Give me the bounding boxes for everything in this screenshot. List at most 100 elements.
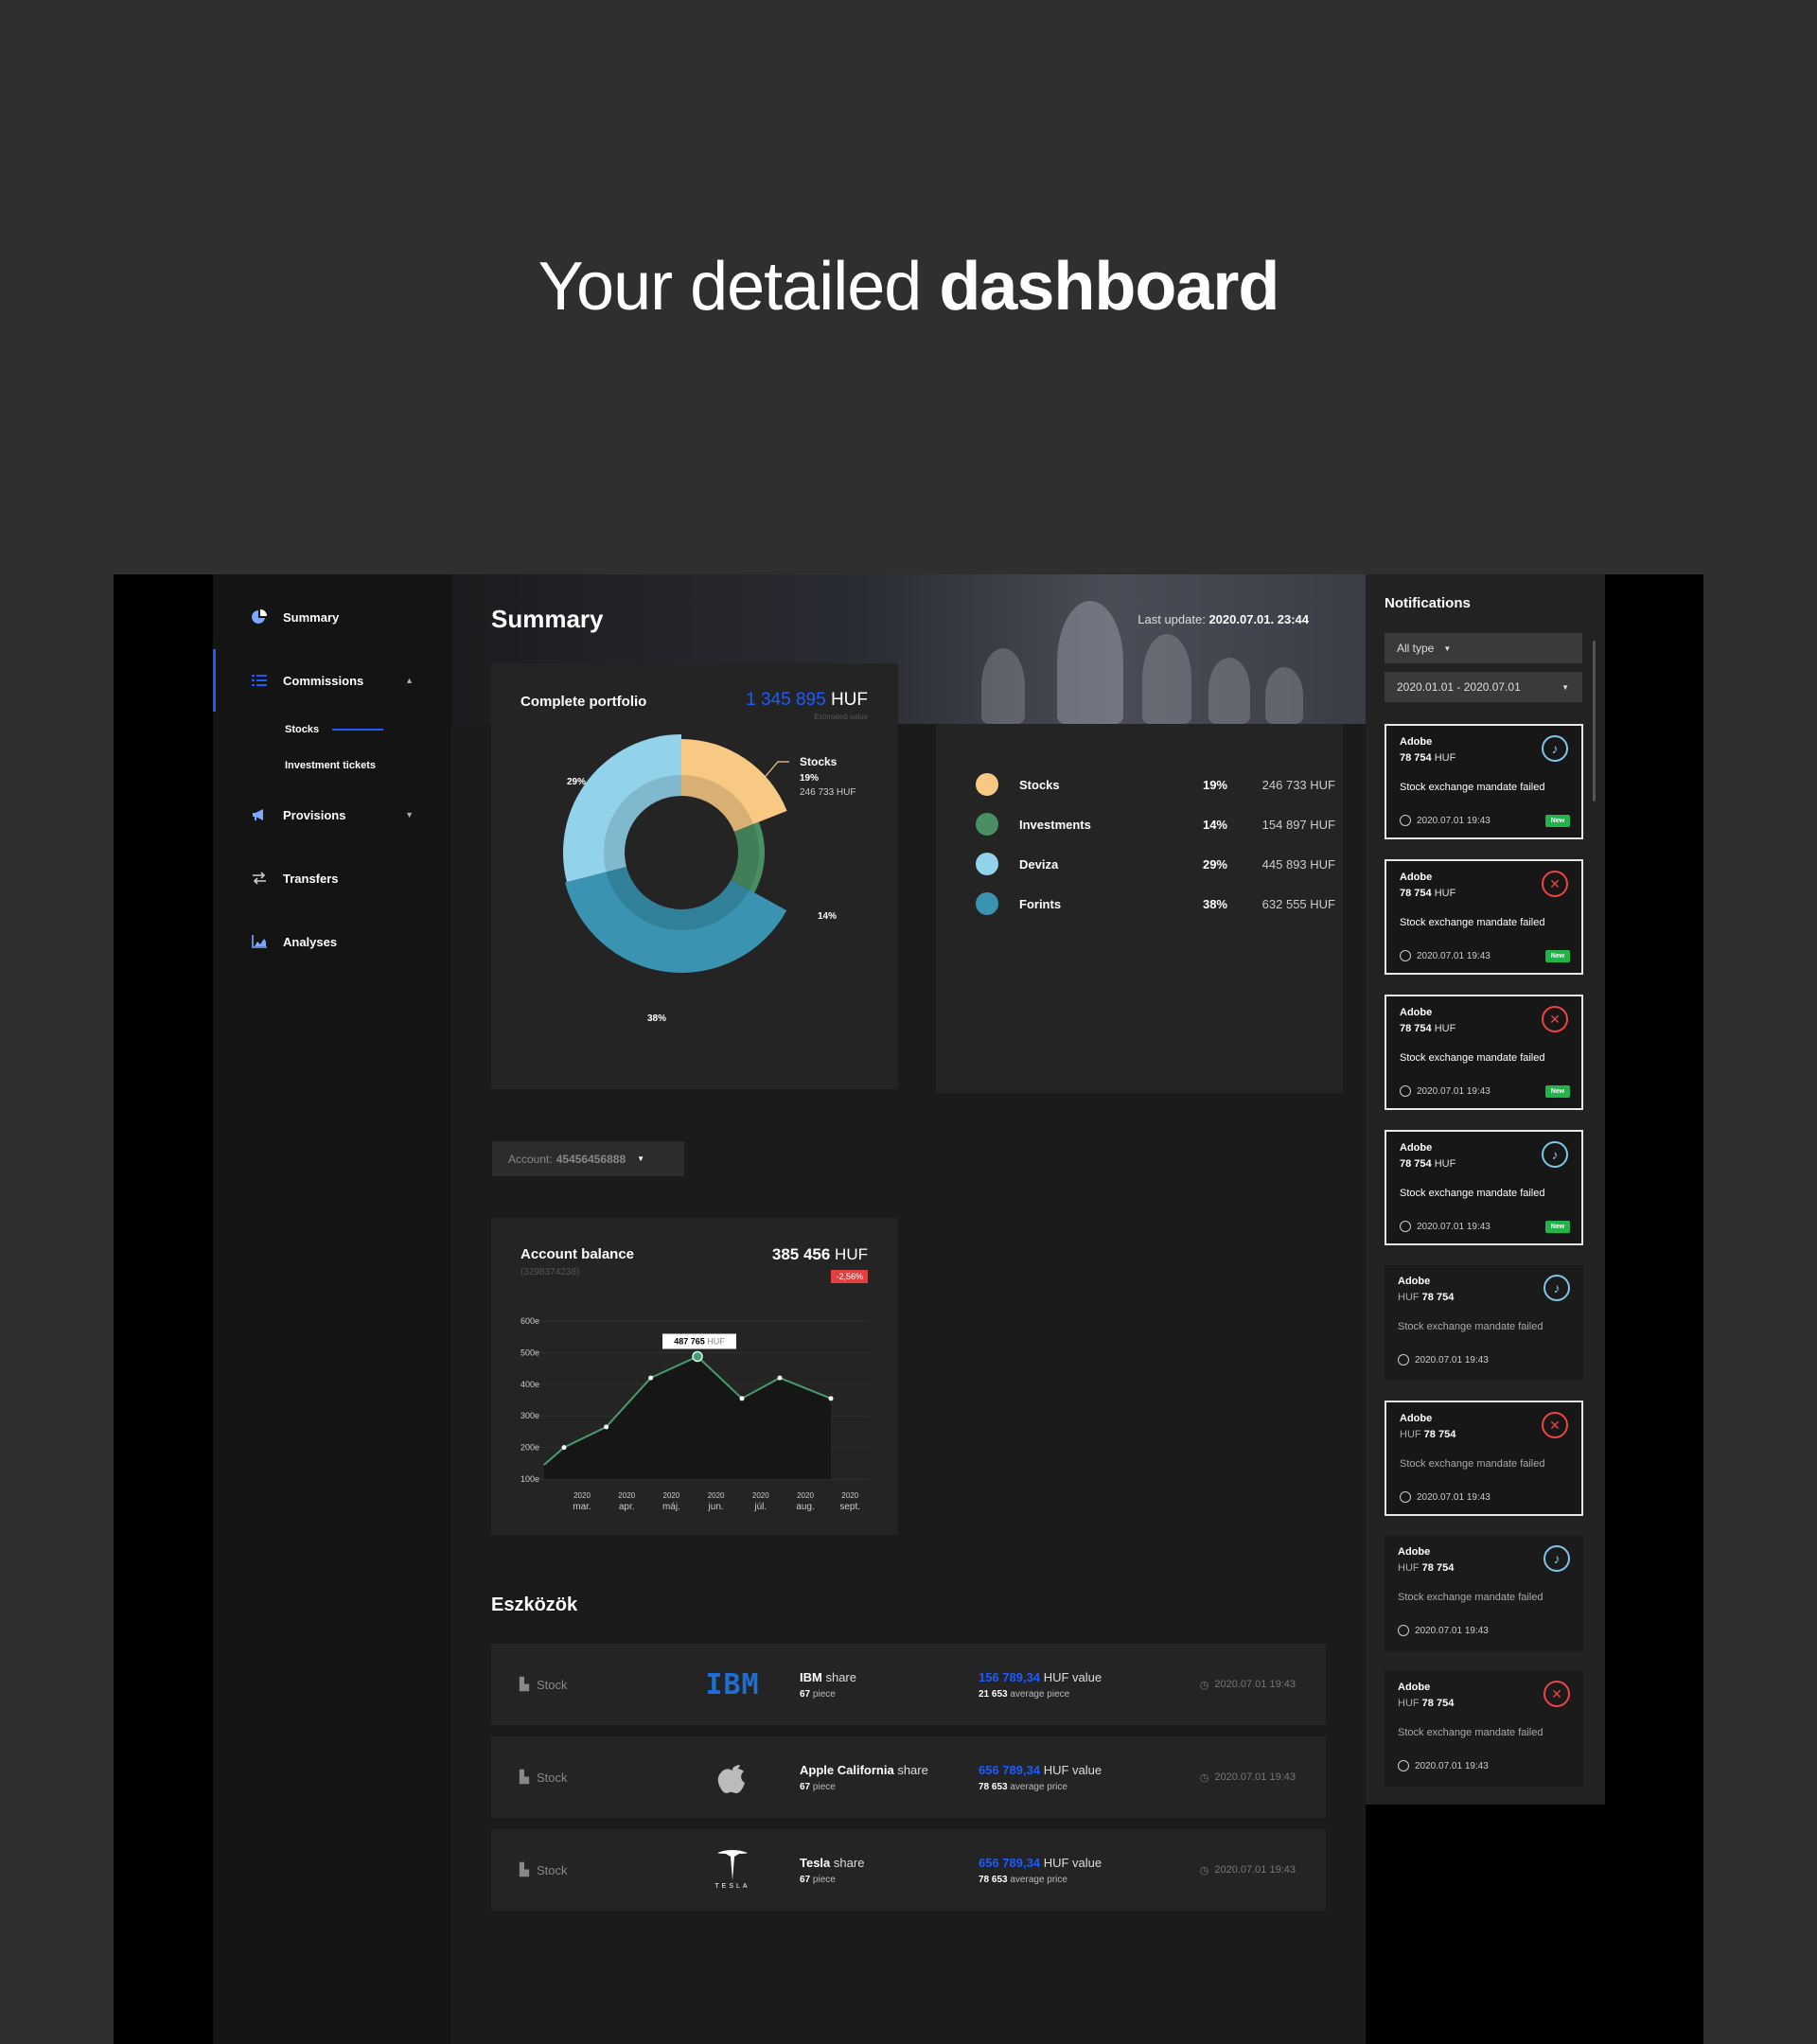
portfolio-card: Complete portfolio 1 345 895 HUF Estimat… bbox=[491, 663, 898, 1089]
legend-value: 154 897 HUF bbox=[1261, 817, 1335, 832]
caret-down-icon: ▼ bbox=[1443, 643, 1452, 653]
y-tick-label: 400e bbox=[520, 1380, 539, 1389]
x-tick-month: jun. bbox=[708, 1502, 724, 1512]
megaphone-icon bbox=[251, 806, 268, 823]
legend-row: Investments 14% 154 897 HUF bbox=[976, 810, 1335, 838]
list-icon bbox=[251, 672, 268, 689]
sidebar-item-provisions[interactable]: Provisions ▼ bbox=[213, 796, 451, 834]
chevron-up-icon: ▲ bbox=[405, 676, 414, 685]
notification-amount: 78 754 HUF bbox=[1400, 1023, 1456, 1034]
bell-icon[interactable]: ♪ bbox=[1542, 1141, 1568, 1168]
chess-piece-image bbox=[1265, 667, 1303, 724]
bell-icon[interactable]: ♪ bbox=[1544, 1545, 1570, 1572]
notification-company: Adobe bbox=[1398, 1546, 1431, 1558]
callout-percent: 19% bbox=[800, 773, 819, 784]
notification-card[interactable]: Adobe 78 754 HUF Stock exchange mandate … bbox=[1385, 859, 1583, 975]
bell-icon[interactable]: ♪ bbox=[1544, 1275, 1570, 1301]
y-tick-label: 100e bbox=[520, 1474, 539, 1484]
asset-average: 78 653 average price bbox=[979, 1875, 1067, 1885]
close-icon[interactable]: ✕ bbox=[1544, 1681, 1570, 1707]
legend-name: Forints bbox=[1019, 896, 1062, 911]
notification-company: Adobe bbox=[1400, 1007, 1433, 1018]
asset-time: ◷ 2020.07.01 19:43 bbox=[1199, 1864, 1296, 1877]
clock-icon: ◷ bbox=[1199, 1864, 1209, 1877]
legend-swatch bbox=[976, 773, 998, 796]
data-point bbox=[739, 1396, 745, 1401]
asset-average: 21 653 average piece bbox=[979, 1689, 1070, 1700]
asset-time: ◷ 2020.07.01 19:43 bbox=[1199, 1679, 1296, 1691]
data-point bbox=[777, 1375, 783, 1381]
legend-row: Forints 38% 632 555 HUF bbox=[976, 890, 1335, 918]
asset-row-tesla[interactable]: ▙ Stock TESLA Tesla share 67 piece 656 78… bbox=[491, 1829, 1326, 1911]
subnav-stocks[interactable]: Stocks bbox=[285, 724, 319, 735]
asset-type: ▙ Stock bbox=[520, 1677, 568, 1692]
notification-company: Adobe bbox=[1400, 1142, 1433, 1154]
new-badge: New bbox=[1545, 1221, 1570, 1233]
sidebar-item-analyses[interactable]: Analyses bbox=[213, 923, 451, 960]
asset-pieces: 67 piece bbox=[800, 1782, 836, 1792]
asset-name: Apple California share bbox=[800, 1763, 928, 1777]
close-icon[interactable]: ✕ bbox=[1542, 871, 1568, 897]
notification-time: 2020.07.01 19:43 bbox=[1400, 950, 1491, 961]
clock-icon: ◷ bbox=[1199, 1679, 1209, 1691]
right-margin bbox=[1605, 574, 1703, 2044]
x-tick-month: máj. bbox=[662, 1502, 680, 1512]
callout-value: 246 733 HUF bbox=[800, 787, 856, 798]
legend-swatch bbox=[976, 853, 998, 875]
notification-card[interactable]: Adobe 78 754 HUF Stock exchange mandate … bbox=[1385, 995, 1583, 1110]
asset-type: ▙ Stock bbox=[520, 1862, 568, 1877]
clock-icon bbox=[1398, 1760, 1409, 1771]
scrollbar[interactable] bbox=[1593, 641, 1596, 802]
x-tick-year: 2020 bbox=[573, 1491, 591, 1500]
sidebar-item-transfers[interactable]: Transfers bbox=[213, 859, 451, 897]
asset-name: Tesla share bbox=[800, 1856, 865, 1870]
notification-company: Adobe bbox=[1398, 1276, 1431, 1287]
clock-icon bbox=[1400, 1221, 1411, 1232]
notification-card[interactable]: Adobe HUF 78 754 Stock exchange mandate … bbox=[1385, 1671, 1583, 1787]
notification-message: Stock exchange mandate failed bbox=[1400, 1458, 1545, 1470]
dashboard-frame: Summary Commissions ▲ Stocks Investment … bbox=[114, 574, 1703, 2044]
notification-card[interactable]: Adobe 78 754 HUF Stock exchange mandate … bbox=[1385, 724, 1583, 839]
asset-row-apple[interactable]: ▙ Stock Apple California share 67 piece 6… bbox=[491, 1736, 1326, 1818]
x-tick-year: 2020 bbox=[618, 1491, 635, 1500]
transfer-arrows-icon bbox=[251, 870, 268, 887]
stock-icon: ▙ bbox=[520, 1677, 529, 1691]
sidebar-item-label: Summary bbox=[283, 609, 340, 625]
notification-card[interactable]: Adobe HUF 78 754 Stock exchange mandate … bbox=[1385, 1401, 1583, 1516]
notification-card[interactable]: Adobe HUF 78 754 Stock exchange mandate … bbox=[1385, 1536, 1583, 1651]
assets-title: Eszközök bbox=[491, 1595, 578, 1615]
notification-time: 2020.07.01 19:43 bbox=[1400, 1221, 1491, 1232]
asset-value: 656 789,34 HUF value bbox=[979, 1763, 1103, 1777]
hero-title: Your detailed dashboard bbox=[538, 249, 1280, 325]
sidebar-item-summary[interactable]: Summary bbox=[213, 598, 451, 636]
y-tick-label: 600e bbox=[520, 1316, 539, 1326]
asset-row-ibm[interactable]: ▙ Stock IBM IBM share 67 piece 156 789,34… bbox=[491, 1644, 1326, 1725]
notification-card[interactable]: Adobe 78 754 HUF Stock exchange mandate … bbox=[1385, 1130, 1583, 1245]
account-select[interactable]: Account: 45456456888 ▼ bbox=[492, 1141, 684, 1176]
bell-icon[interactable]: ♪ bbox=[1542, 735, 1568, 762]
subnav-investment-tickets[interactable]: Investment tickets bbox=[285, 760, 376, 771]
new-badge: New bbox=[1545, 1085, 1570, 1098]
date-range-dropdown[interactable]: 2020.01.01 - 2020.07.01 ▼ bbox=[1385, 672, 1582, 702]
y-tick-label: 500e bbox=[520, 1348, 539, 1357]
data-point bbox=[604, 1424, 609, 1430]
sidebar-item-label: Provisions bbox=[283, 807, 346, 822]
sidebar-item-label: Analyses bbox=[283, 934, 338, 949]
new-badge: New bbox=[1545, 950, 1570, 962]
sidebar-item-commissions[interactable]: Commissions ▲ bbox=[213, 661, 451, 699]
type-filter-dropdown[interactable]: All type ▼ bbox=[1385, 633, 1582, 663]
legend-percent: 29% bbox=[1202, 856, 1227, 872]
notifications-panel: Notifications All type ▼ 2020.01.01 - 202… bbox=[1366, 574, 1605, 1805]
notification-time: 2020.07.01 19:43 bbox=[1400, 1491, 1491, 1503]
asset-value: 156 789,34 HUF value bbox=[979, 1670, 1103, 1684]
chevron-down-icon: ▼ bbox=[637, 1154, 645, 1163]
page-title: Summary bbox=[491, 605, 604, 633]
line-area bbox=[543, 1356, 831, 1479]
asset-time: ◷ 2020.07.01 19:43 bbox=[1199, 1771, 1296, 1784]
close-icon[interactable]: ✕ bbox=[1542, 1006, 1568, 1032]
notification-card[interactable]: Adobe HUF 78 754 Stock exchange mandate … bbox=[1385, 1265, 1583, 1381]
notification-amount: 78 754 HUF bbox=[1400, 888, 1456, 899]
notification-message: Stock exchange mandate failed bbox=[1398, 1321, 1544, 1332]
notification-amount: HUF 78 754 bbox=[1398, 1698, 1455, 1709]
close-icon[interactable]: ✕ bbox=[1542, 1412, 1568, 1438]
